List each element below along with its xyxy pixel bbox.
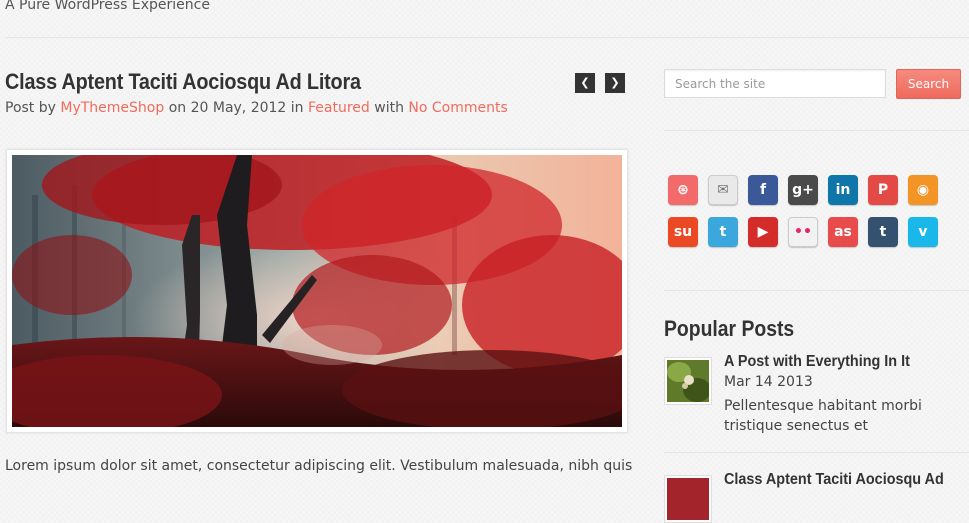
- meta-prefix: Post by: [5, 100, 61, 116]
- header-divider: [5, 37, 969, 38]
- next-post-button[interactable]: ❯: [605, 73, 625, 93]
- popular-post-title[interactable]: A Post with Everything In It: [724, 353, 910, 371]
- google-plus-icon[interactable]: g+: [788, 175, 818, 205]
- category-link[interactable]: Featured: [308, 100, 370, 116]
- rss-icon[interactable]: ◉: [908, 175, 938, 205]
- post-thumbnail[interactable]: [664, 357, 712, 405]
- meta-in: in: [286, 100, 309, 116]
- comments-link[interactable]: No Comments: [408, 100, 507, 116]
- post-meta: Post by MyThemeShop on 20 May, 2012 in F…: [5, 100, 508, 116]
- popular-post-title[interactable]: Class Aptent Taciti Aociosqu Ad: [724, 471, 944, 489]
- sidebar-divider: [664, 130, 969, 131]
- post-excerpt: Lorem ipsum dolor sit amet, consectetur …: [5, 458, 633, 474]
- youtube-icon[interactable]: ▶: [748, 217, 778, 247]
- tumblr-icon[interactable]: t: [868, 217, 898, 247]
- featured-image-frame: [6, 149, 628, 433]
- lastfm-icon[interactable]: as: [828, 217, 858, 247]
- post-date: 20 May, 2012: [190, 100, 287, 116]
- meta-on: on: [164, 100, 191, 116]
- dribbble-icon[interactable]: ⊛: [668, 175, 698, 205]
- facebook-icon[interactable]: f: [748, 175, 778, 205]
- author-link[interactable]: MyThemeShop: [60, 100, 164, 116]
- pinterest-icon[interactable]: P: [868, 175, 898, 205]
- twitter-icon[interactable]: t: [708, 217, 738, 247]
- search-input[interactable]: [664, 69, 886, 98]
- site-tagline: A Pure WordPress Experience: [5, 0, 210, 13]
- email-icon[interactable]: ✉: [708, 175, 738, 205]
- linkedin-icon[interactable]: in: [828, 175, 858, 205]
- prev-post-button[interactable]: ❮: [575, 73, 595, 93]
- search-button[interactable]: Search: [896, 69, 961, 99]
- popular-posts-title: Popular Posts: [664, 316, 795, 341]
- flickr-icon[interactable]: ••: [788, 217, 818, 247]
- stumbleupon-icon[interactable]: su: [668, 217, 698, 247]
- post-thumbnail[interactable]: [664, 475, 712, 523]
- sidebar-divider: [664, 290, 969, 291]
- featured-image[interactable]: [12, 155, 622, 427]
- popular-post-excerpt: Pellentesque habitant morbi tristique se…: [724, 398, 922, 434]
- popular-post-divider: [664, 452, 969, 453]
- meta-with: with: [369, 100, 409, 116]
- post-title[interactable]: Class Aptent Taciti Aociosqu Ad Litora: [5, 69, 361, 95]
- popular-post-date: Mar 14 2013: [724, 374, 813, 390]
- vimeo-icon[interactable]: v: [908, 217, 938, 247]
